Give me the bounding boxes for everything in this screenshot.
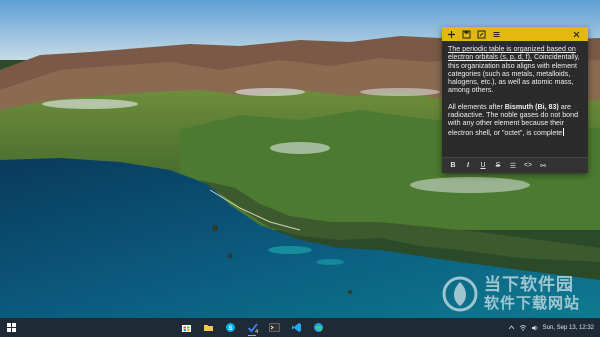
file-explorer-app[interactable] (197, 318, 219, 337)
note-paragraph: All elements after Bismuth (Bi, 83) are … (448, 103, 582, 137)
todo-app[interactable]: 4 (241, 318, 263, 337)
clock[interactable]: Sun, Sep 13, 12:32 (543, 325, 594, 331)
save-icon[interactable] (461, 29, 472, 40)
skype-icon: S (225, 323, 235, 332)
taskbar: S 4 Sun, Sep 13, 12:32 (0, 318, 600, 337)
store-icon (181, 325, 191, 332)
edit-icon[interactable] (476, 29, 487, 40)
vscode-app[interactable] (285, 318, 307, 337)
skype-app[interactable]: S (219, 318, 241, 337)
bold-button[interactable]: B (446, 160, 460, 172)
watermark-line2: 软件下载网站 (484, 295, 581, 312)
watermark-line1: 当下软件园 (484, 275, 574, 294)
note-paragraph: The periodic table is organized based on… (448, 45, 582, 95)
plus-icon[interactable] (446, 29, 457, 40)
note-text-area[interactable]: The periodic table is organized based on… (442, 41, 588, 137)
windows-logo-icon (6, 323, 16, 332)
badge-count: 4 (254, 329, 259, 335)
list-button[interactable]: ☰ (506, 160, 520, 172)
svg-text:S: S (228, 326, 232, 332)
folder-icon (203, 325, 213, 331)
volume-icon[interactable] (531, 323, 540, 332)
bold-text: Bismuth (Bi, 83) (504, 102, 559, 111)
menu-icon[interactable] (491, 29, 502, 40)
code-button[interactable]: <> (521, 160, 535, 172)
system-tray: Sun, Sep 13, 12:32 (507, 318, 594, 337)
edge-icon (313, 323, 323, 332)
terminal-app[interactable] (263, 318, 285, 337)
store-app[interactable] (175, 318, 197, 337)
italic-button[interactable]: I (461, 160, 475, 172)
paragraph-text: All elements after (448, 102, 505, 111)
edge-app[interactable] (307, 318, 329, 337)
format-toolbar: B I U S ☰ <> ⚯ (442, 157, 588, 173)
terminal-icon (268, 323, 280, 332)
sticky-note-window[interactable]: The periodic table is organized based on… (442, 27, 588, 173)
link-button[interactable]: ⚯ (536, 160, 550, 172)
vscode-icon (291, 323, 301, 332)
underline-button[interactable]: U (476, 160, 490, 172)
note-titlebar[interactable] (442, 27, 588, 41)
chevron-up-icon[interactable] (507, 323, 516, 332)
close-icon[interactable] (571, 29, 582, 40)
wifi-icon[interactable] (519, 323, 528, 332)
start-button[interactable] (0, 318, 22, 337)
taskbar-apps: S 4 (175, 318, 329, 337)
strikethrough-button[interactable]: S (491, 160, 505, 172)
watermark-logo-icon (442, 276, 478, 312)
text-cursor (563, 127, 565, 136)
site-watermark: 当下软件园 软件下载网站 (440, 270, 600, 318)
